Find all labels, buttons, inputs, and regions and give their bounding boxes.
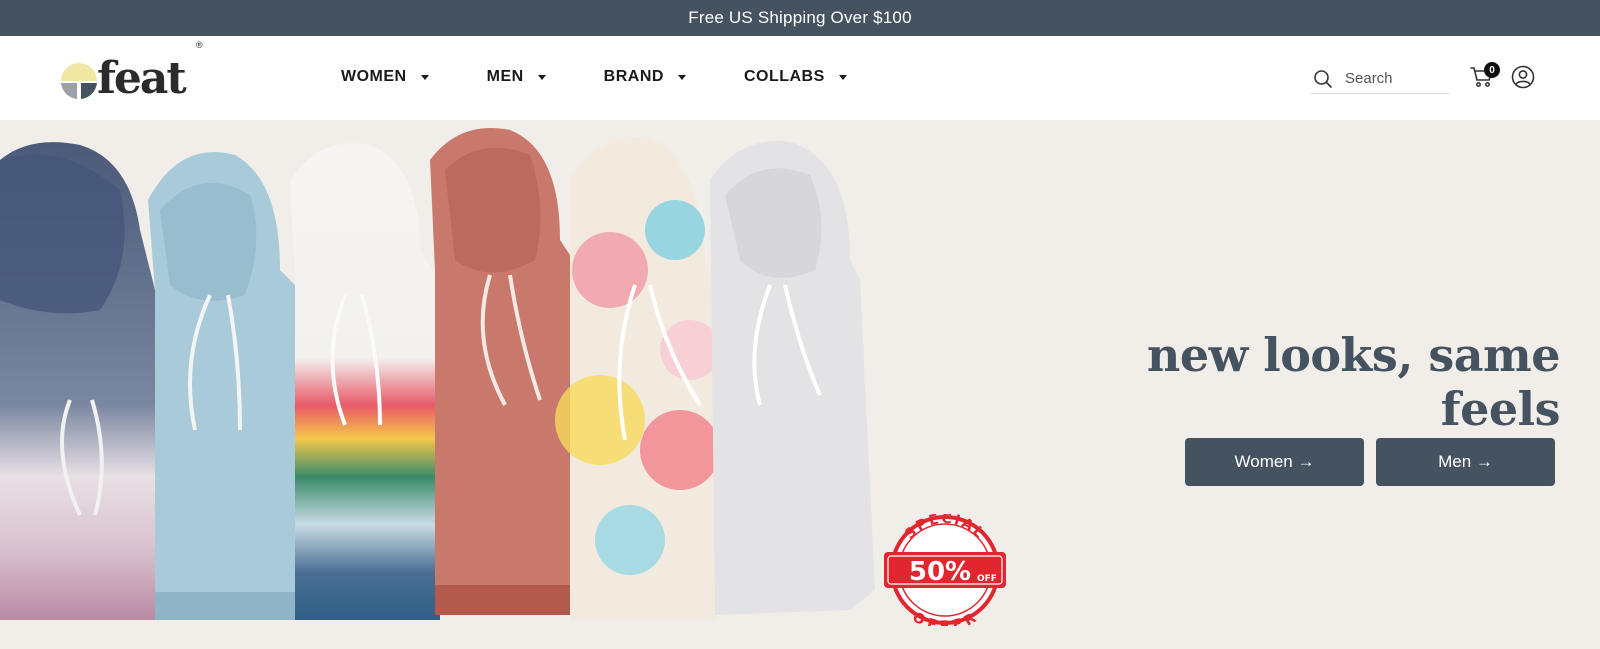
nav-item-brand[interactable]: BRAND: [604, 68, 686, 86]
caret-down-icon: [838, 74, 847, 80]
shop-men-button[interactable]: Men →: [1376, 438, 1555, 486]
cart-count-badge: 0: [1484, 62, 1500, 78]
stamp-off: OFF: [977, 574, 997, 584]
hero-headline: new looks, same feels: [1146, 328, 1561, 436]
announcement-bar: Free US Shipping Over $100: [0, 0, 1600, 36]
hoodies-image: [0, 128, 875, 620]
nav-item-label: BRAND: [603, 68, 664, 85]
registered-mark: ®: [196, 40, 203, 50]
caret-down-icon: [537, 74, 546, 80]
search-box: [1311, 64, 1449, 94]
logo-text: feat: [97, 53, 187, 104]
special-offer-stamp: SPECIAL 50% OFF OFFER: [884, 514, 1006, 626]
nav-item-women[interactable]: WOMEN: [341, 68, 429, 86]
nav-item-men[interactable]: MEN: [487, 68, 546, 86]
nav-item-label: COLLABS: [743, 68, 825, 85]
search-icon[interactable]: [1313, 69, 1333, 89]
nav-item-label: WOMEN: [341, 68, 407, 85]
announcement-text: Free US Shipping Over $100: [688, 8, 912, 27]
main-nav: WOMEN MEN BRAND COLLABS: [341, 68, 847, 86]
nav-item-label: MEN: [486, 68, 524, 85]
logo[interactable]: feat: [57, 54, 207, 104]
caret-down-icon: [420, 74, 429, 80]
site-header: feat ® WOMEN MEN BRAND COLLABS 0: [0, 36, 1600, 120]
nav-item-collabs[interactable]: COLLABS: [744, 68, 847, 86]
stamp-value: 50%: [909, 557, 971, 587]
hero-banner: new looks, same feels Women → Men → SPEC…: [0, 120, 1600, 649]
logo-icon: [61, 63, 97, 99]
account-icon[interactable]: [1511, 65, 1535, 89]
caret-down-icon: [677, 74, 686, 80]
shop-women-button[interactable]: Women →: [1185, 438, 1364, 486]
search-input[interactable]: [1345, 70, 1445, 87]
